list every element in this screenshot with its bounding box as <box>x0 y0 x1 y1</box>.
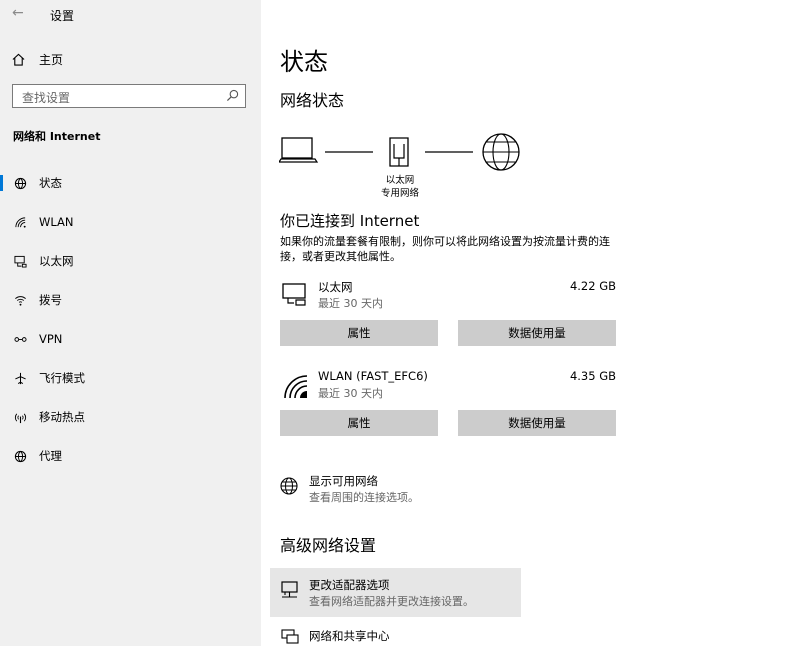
adapter-icon <box>281 581 298 598</box>
globe-icon <box>482 133 520 171</box>
wifi-icon <box>13 215 27 229</box>
sidebar: ← 设置 主页 查找设置 网络和 Internet 状态 WLAN 以太网 拨号… <box>0 0 261 646</box>
sidebar-home[interactable]: 主页 <box>12 51 63 68</box>
sharing-center-link[interactable]: 网络和共享中心 <box>270 624 521 646</box>
network-status-heading: 网络状态 <box>280 91 345 110</box>
ethernet-icon <box>13 254 27 268</box>
show-networks-title: 显示可用网络 <box>309 474 378 488</box>
sidebar-item-dialup[interactable]: 拨号 <box>0 285 261 315</box>
connection-usage: 4.22 GB <box>569 279 616 293</box>
connected-heading: 你已连接到 Internet <box>280 212 420 230</box>
properties-button[interactable]: 属性 <box>280 410 438 436</box>
wifi-signal-icon <box>284 375 308 399</box>
sidebar-item-label: 拨号 <box>39 293 62 307</box>
sharing-center-icon <box>281 629 299 644</box>
back-button[interactable]: ← <box>12 5 24 21</box>
connection-period: 最近 30 天内 <box>318 297 383 310</box>
connected-description: 如果你的流量套餐有限制，则你可以将此网络设置为按流量计费的连接，或者更改其他属性… <box>280 235 610 263</box>
sidebar-item-proxy[interactable]: 代理 <box>0 441 261 471</box>
sidebar-item-label: 状态 <box>39 176 62 190</box>
adapter-options-subtitle: 查看网络适配器并更改连接设置。 <box>309 595 474 608</box>
connection-period: 最近 30 天内 <box>318 387 383 400</box>
proxy-icon <box>13 449 27 463</box>
network-diagram <box>279 133 520 171</box>
sidebar-item-label: 飞行模式 <box>39 371 85 385</box>
sidebar-item-label: 以太网 <box>39 254 74 268</box>
sidebar-item-label: 移动热点 <box>39 410 85 424</box>
ethernet-port-icon <box>389 137 409 167</box>
properties-button[interactable]: 属性 <box>280 320 438 346</box>
airplane-icon <box>13 371 27 385</box>
globe-icon <box>280 477 298 495</box>
sidebar-item-label: VPN <box>39 332 63 346</box>
sharing-center-title: 网络和共享中心 <box>309 629 390 643</box>
sidebar-item-hotspot[interactable]: 移动热点 <box>0 402 261 432</box>
laptop-icon <box>279 137 319 163</box>
adapter-options-link[interactable]: 更改适配器选项 查看网络适配器并更改连接设置。 <box>270 568 521 617</box>
data-usage-button[interactable]: 数据使用量 <box>458 410 616 436</box>
sidebar-item-label: WLAN <box>39 215 74 229</box>
search-placeholder: 查找设置 <box>22 91 71 105</box>
sidebar-item-wlan[interactable]: WLAN <box>0 207 261 237</box>
sidebar-item-label: 代理 <box>39 449 62 463</box>
connection-name: 以太网 <box>318 280 353 294</box>
page-title: 状态 <box>280 48 328 76</box>
sidebar-item-vpn[interactable]: VPN <box>0 324 261 354</box>
connection-name: WLAN (FAST_EFC6) <box>318 369 428 383</box>
search-icon <box>226 89 239 102</box>
sidebar-item-status[interactable]: 状态 <box>0 168 261 198</box>
ethernet-monitor-icon <box>282 283 306 306</box>
data-usage-button[interactable]: 数据使用量 <box>458 320 616 346</box>
sidebar-item-ethernet[interactable]: 以太网 <box>0 246 261 276</box>
status-icon <box>13 176 27 190</box>
device-label: 以太网 专用网络 <box>380 175 419 199</box>
vpn-icon <box>13 332 27 346</box>
section-title: 网络和 Internet <box>13 130 101 143</box>
dialup-icon <box>13 293 27 307</box>
sidebar-item-airplane[interactable]: 飞行模式 <box>0 363 261 393</box>
adapter-options-title: 更改适配器选项 <box>309 578 390 592</box>
show-networks-link[interactable]: 显示可用网络 查看周围的连接选项。 <box>275 470 495 506</box>
connection-usage: 4.35 GB <box>569 369 616 383</box>
home-label: 主页 <box>39 53 64 67</box>
show-networks-subtitle: 查看周围的连接选项。 <box>309 491 419 504</box>
hotspot-icon <box>13 410 27 424</box>
advanced-heading: 高级网络设置 <box>280 536 377 555</box>
search-input[interactable]: 查找设置 <box>12 84 246 108</box>
home-icon <box>12 53 25 66</box>
window-title: 设置 <box>50 9 75 23</box>
main-content: 状态 网络状态 以太网 专用网络 你已连接到 Internet 如果你的流量套餐… <box>261 0 800 646</box>
